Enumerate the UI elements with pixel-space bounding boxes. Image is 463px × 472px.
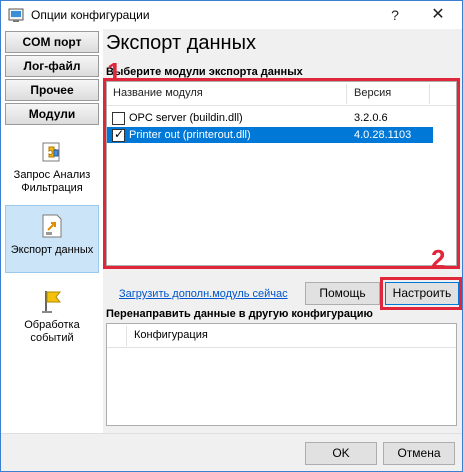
help-button[interactable]: Помощь bbox=[305, 282, 380, 305]
tab-log-file[interactable]: Лог-файл bbox=[5, 55, 99, 77]
title-bar: Опции конфигурации ? ✕ bbox=[1, 1, 462, 29]
sidebar-item-export-data[interactable]: Экспорт данных bbox=[5, 205, 99, 273]
annotation-marker-1: 1 bbox=[107, 57, 122, 87]
sidebar-item-label: Экспорт данных bbox=[10, 244, 94, 256]
sidebar: COM порт Лог-файл Прочее Модули Запрос А… bbox=[1, 29, 103, 433]
tab-other[interactable]: Прочее bbox=[5, 79, 99, 101]
flag-icon bbox=[42, 291, 62, 313]
sidebar-item-query-analysis[interactable]: Запрос Анализ Фильтрация bbox=[5, 137, 99, 201]
redirect-list[interactable]: Конфигурация bbox=[106, 323, 457, 426]
dialog-footer: OK Отмена bbox=[1, 433, 462, 471]
content-panel: Экспорт данных Выберите модули экспорта … bbox=[103, 29, 463, 433]
modules-group-label: Выберите модули экспорта данных bbox=[106, 66, 303, 78]
app-icon bbox=[8, 8, 24, 22]
help-title-button[interactable]: ? bbox=[374, 1, 416, 29]
tab-modules[interactable]: Модули bbox=[5, 103, 99, 125]
highlight-box-2 bbox=[380, 277, 462, 310]
sidebar-item-label: Запрос Анализ Фильтрация bbox=[13, 169, 91, 194]
column-header-configuration[interactable]: Конфигурация bbox=[134, 329, 208, 341]
dialog-window: Опции конфигурации ? ✕ COM порт Лог-файл… bbox=[0, 0, 463, 472]
close-button[interactable]: ✕ bbox=[417, 1, 459, 29]
highlight-box-1 bbox=[103, 78, 460, 269]
puzzle-icon bbox=[42, 142, 60, 162]
annotation-marker-2: 2 bbox=[431, 244, 446, 274]
page-title: Экспорт данных bbox=[106, 32, 256, 54]
cancel-button[interactable]: Отмена bbox=[383, 442, 455, 465]
column-divider[interactable] bbox=[126, 326, 127, 346]
redirect-list-header: Конфигурация bbox=[107, 324, 456, 348]
window-title: Опции конфигурации bbox=[31, 8, 150, 22]
load-module-link[interactable]: Загрузить дополн.модуль сейчас bbox=[119, 288, 288, 300]
ok-button[interactable]: OK bbox=[305, 442, 377, 465]
sidebar-item-event-handling[interactable]: Обработка событий bbox=[5, 287, 99, 351]
sidebar-item-label: Обработка событий bbox=[24, 319, 80, 344]
tab-com-port[interactable]: COM порт bbox=[5, 31, 99, 53]
redirect-group-label: Перенаправить данные в другую конфигурац… bbox=[106, 308, 373, 320]
export-icon bbox=[42, 214, 62, 238]
